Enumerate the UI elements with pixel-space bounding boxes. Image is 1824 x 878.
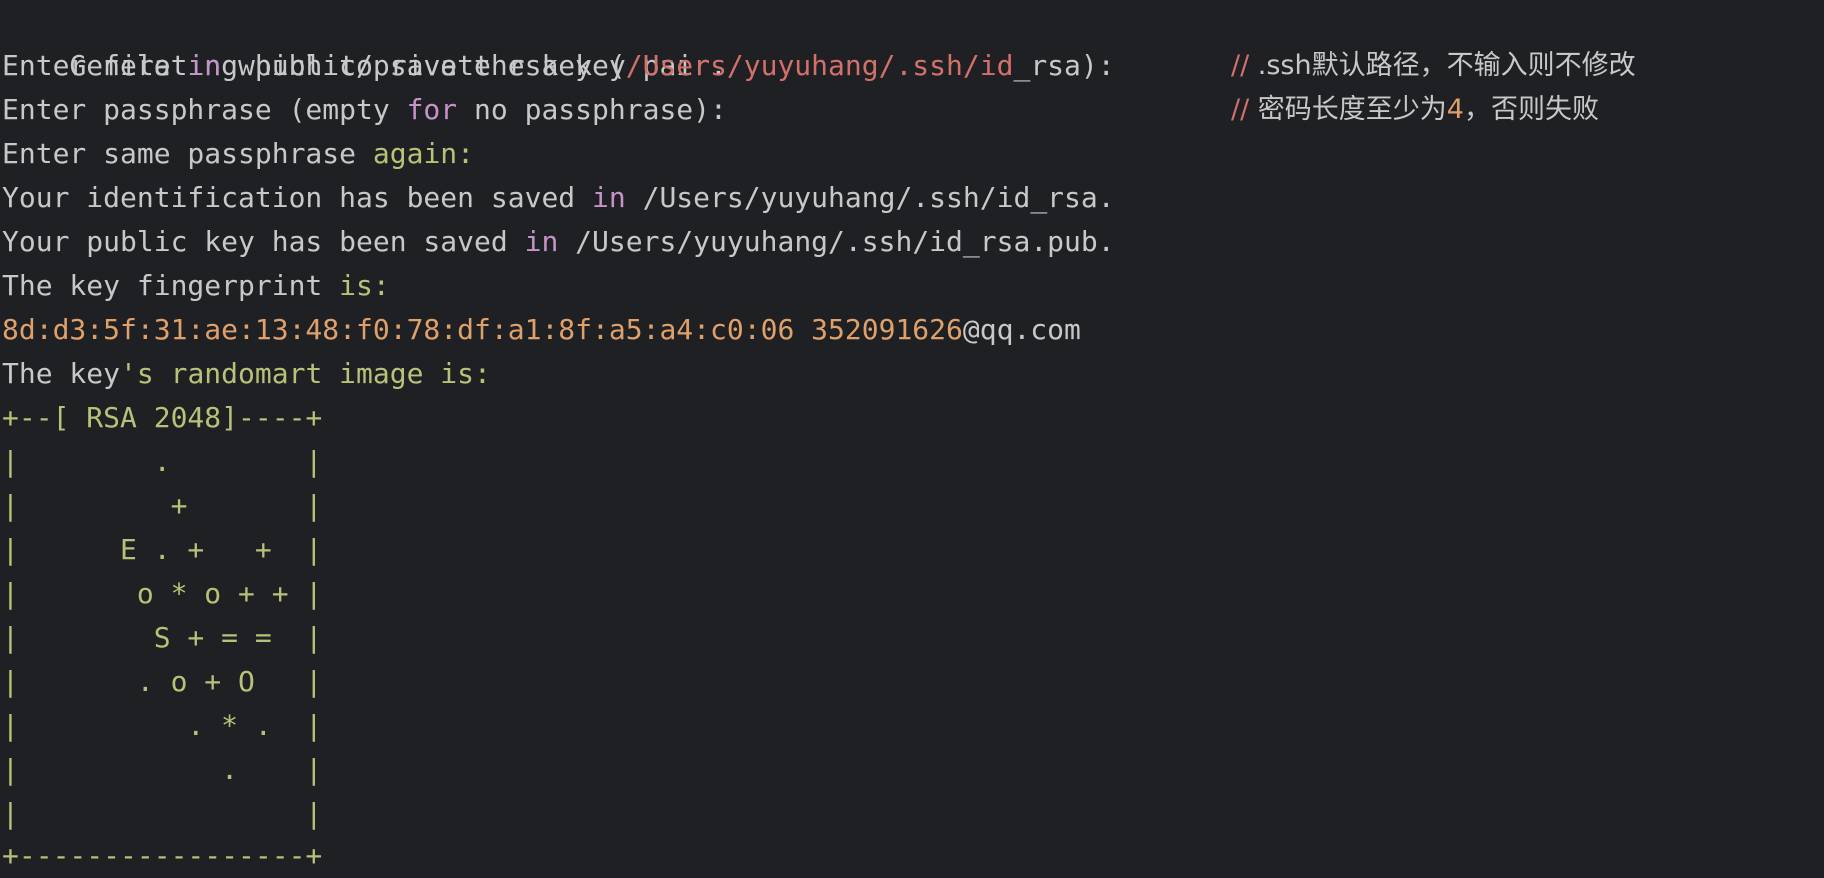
- line-text: Enter passphrase (empty: [2, 93, 407, 126]
- terminal-line-7: The key fingerprint is:: [2, 264, 390, 308]
- randomart-line: | . |: [2, 445, 323, 478]
- terminal-line-9: The key's randomart image is:: [2, 352, 491, 396]
- keyword-in: in: [187, 49, 222, 82]
- terminal-line-5: Your identification has been saved in /U…: [2, 176, 1115, 220]
- highlighted-word: is:: [339, 269, 390, 302]
- comment-text: 密码长度至少为: [1249, 94, 1447, 125]
- line-text: Enter file: [2, 49, 188, 82]
- highlighted-string: 's randomart image is:: [120, 357, 491, 390]
- line-text: no passphrase):: [457, 93, 727, 126]
- comment-text: ，否则失败: [1463, 94, 1599, 125]
- comment-default-path: // .ssh默认路径，不输入则不修改: [1231, 44, 1636, 88]
- randomart-line: +--[ RSA 2048]----+: [2, 401, 323, 434]
- comment-number: 4: [1446, 94, 1464, 125]
- keyword-in: in: [592, 181, 626, 214]
- randomart-line: +-----------------+: [2, 839, 323, 872]
- randomart-line: | S + = = |: [2, 621, 323, 654]
- line-text: The key fingerprint: [2, 269, 340, 302]
- line-text: Your public key has been saved: [2, 225, 525, 258]
- line-text: Enter same passphrase: [2, 137, 373, 170]
- randomart-line: | E . + + |: [2, 533, 323, 566]
- comment-passphrase-length: // 密码长度至少为4，否则失败: [1231, 88, 1599, 132]
- randomart-line: | . * . |: [2, 709, 323, 742]
- highlighted-path: /Users/yuyuhang/.ssh/id: [625, 49, 1014, 82]
- terminal-line-4: Enter same passphrase again:: [2, 132, 474, 176]
- keyword-for: for: [406, 93, 458, 126]
- terminal-line-1: Generating public/private rsa key pair.: [2, 0, 726, 82]
- terminal-window[interactable]: Generating public/private rsa key pair. …: [0, 0, 1824, 878]
- key-fingerprint: 8d:d3:5f:31:ae:13:48:f0:78:df:a1:8f:a5:a…: [2, 313, 963, 346]
- randomart-line: | + |: [2, 489, 323, 522]
- comment-text: .ssh默认路径，不输入则不修改: [1249, 50, 1636, 81]
- keyword-in: in: [524, 225, 559, 258]
- comment-slashes: //: [1231, 94, 1250, 125]
- line-text: The key: [2, 357, 121, 390]
- line-text: /Users/yuyuhang/.ssh/id_rsa.pub.: [558, 225, 1115, 258]
- line-text: /Users/yuyuhang/.ssh/id_rsa.: [625, 181, 1115, 214]
- comment-slashes: //: [1231, 50, 1250, 81]
- highlighted-word: again:: [372, 137, 475, 170]
- terminal-line-8: 8d:d3:5f:31:ae:13:48:f0:78:df:a1:8f:a5:a…: [2, 308, 1081, 352]
- randomart-line: | . o + O |: [2, 665, 323, 698]
- terminal-line-2: Enter file in which to save the key (/Us…: [2, 44, 1115, 88]
- randomart-line: | o * o + + |: [2, 577, 323, 610]
- line-text: which to save the key (: [221, 49, 626, 82]
- randomart-line: | . |: [2, 753, 323, 786]
- line-text: Your identification has been saved: [2, 181, 593, 214]
- line-text: _rsa):: [1013, 49, 1115, 82]
- terminal-line-3: Enter passphrase (empty for no passphras…: [2, 88, 727, 132]
- email-domain: @qq.com: [962, 313, 1081, 346]
- terminal-line-6: Your public key has been saved in /Users…: [2, 220, 1115, 264]
- randomart-line: | |: [2, 797, 323, 830]
